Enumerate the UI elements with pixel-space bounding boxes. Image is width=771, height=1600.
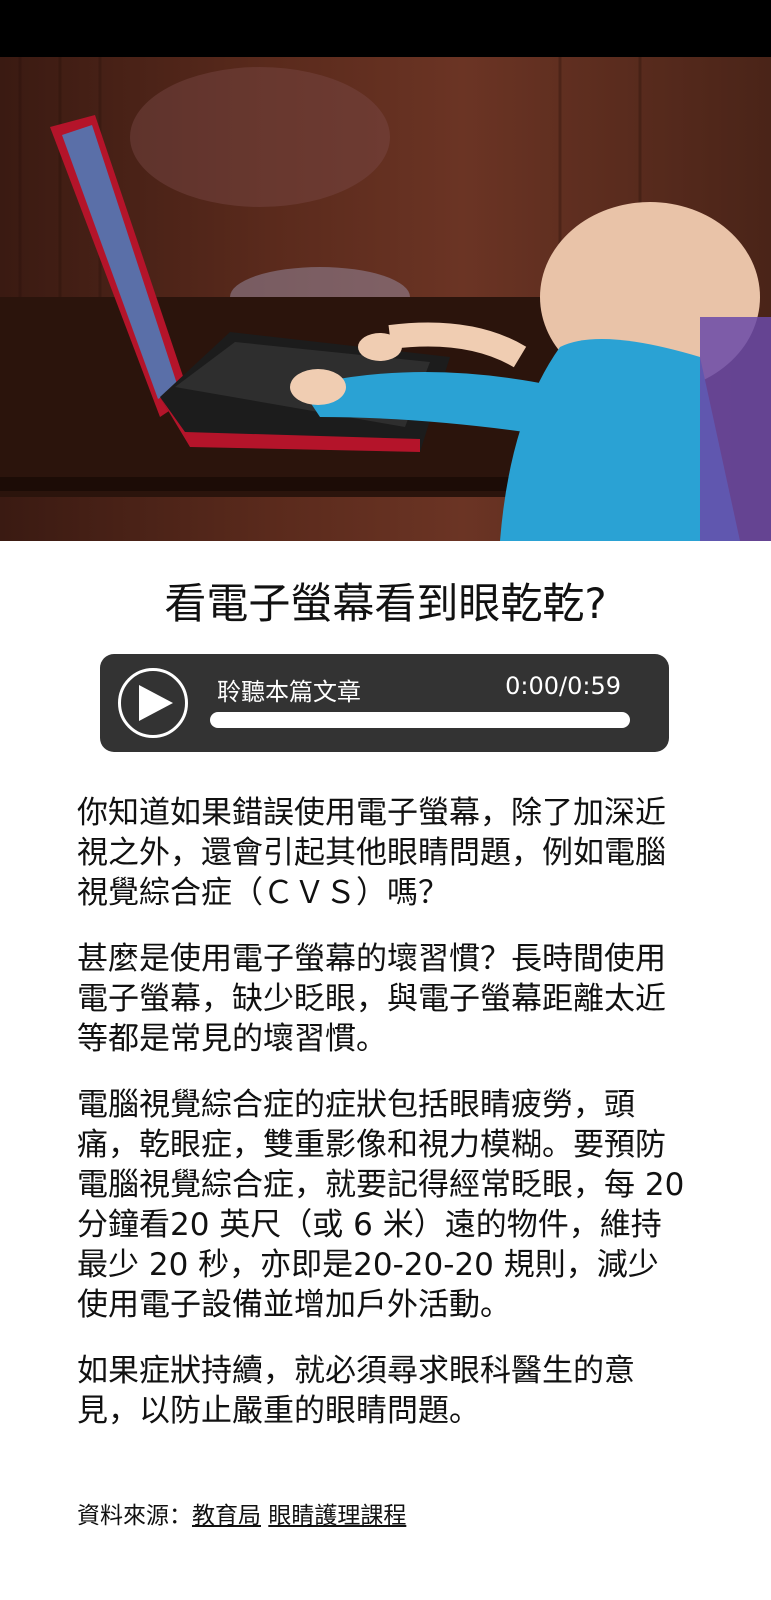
hero-image (0, 57, 771, 541)
play-button[interactable] (118, 668, 188, 738)
status-bar (0, 0, 771, 57)
play-icon (139, 685, 173, 721)
paragraph: 你知道如果錯誤使用電子螢幕，除了加深近視之外，還會引起其他眼睛問題，例如電腦視覺… (77, 795, 666, 911)
source-prefix: 資料來源： (77, 1503, 192, 1529)
player-time: 0:00/0:59 (505, 672, 621, 700)
source-line: 資料來源：教育局 眼睛護理課程 (77, 1496, 406, 1530)
paragraph: 電腦視覺綜合症的症狀包括眼睛疲勞，頭痛，乾眼症，雙重影像和視力模糊。要預防電腦視… (77, 1087, 685, 1323)
progress-bar[interactable] (210, 712, 630, 728)
player-label: 聆聽本篇文章 (217, 678, 361, 706)
article-title: 看電子螢幕看到眼乾乾? (164, 579, 607, 628)
audio-player: 聆聽本篇文章 0:00/0:59 (100, 654, 669, 752)
child-using-laptop-photo (0, 57, 771, 541)
paragraph: 如果症狀持續，就必須尋求眼科醫生的意見，以防止嚴重的眼睛問題。 (77, 1353, 635, 1429)
article-body: 你知道如果錯誤使用電子螢幕，除了加深近視之外，還會引起其他眼睛問題，例如電腦視覺… (77, 793, 687, 1457)
paragraph: 甚麼是使用電子螢幕的壞習慣？長時間使用電子螢幕，缺少眨眼，與電子螢幕距離太近等都… (77, 941, 666, 1057)
source-link-eye-care-course[interactable]: 眼睛護理課程 (268, 1503, 406, 1529)
source-link-edb[interactable]: 教育局 (192, 1503, 261, 1529)
